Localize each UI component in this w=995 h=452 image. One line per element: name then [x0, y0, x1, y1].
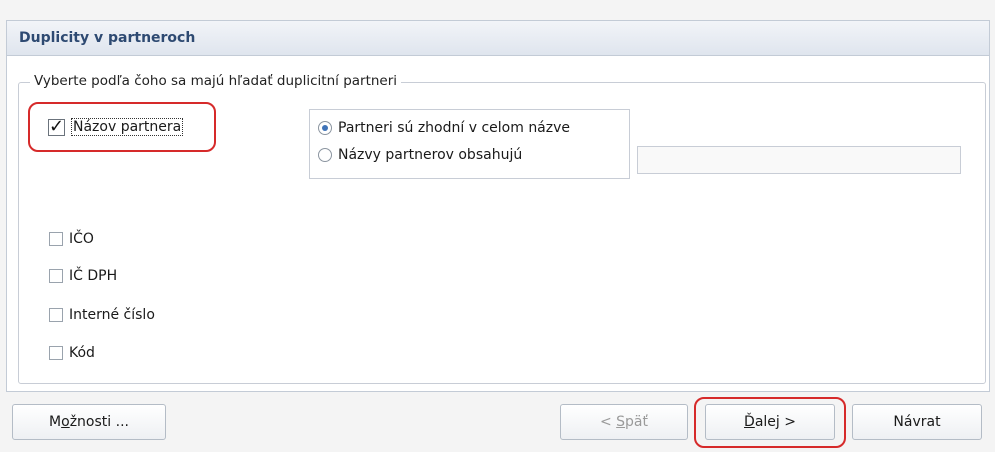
internal-number-checkbox[interactable]: Interné číslo	[49, 307, 155, 323]
next-button-highlight	[694, 397, 846, 448]
checkbox-unchecked-icon	[49, 232, 63, 246]
options-button-accesskey: o	[61, 414, 70, 430]
checkbox-unchecked-icon	[49, 346, 63, 360]
back-button[interactable]: < Späť	[560, 404, 688, 440]
internal-number-checkbox-label: Interné číslo	[69, 307, 155, 323]
icdph-checkbox[interactable]: IČ DPH	[49, 268, 117, 284]
radio-whole-name-label: Partneri sú zhodní v celom názve	[338, 120, 571, 136]
checkbox-unchecked-icon	[49, 269, 63, 283]
ico-checkbox-label: IČO	[69, 231, 94, 247]
name-checkbox-highlight	[28, 102, 216, 152]
back-button-label-end: päť	[625, 414, 649, 430]
criteria-groupbox-legend: Vyberte podľa čoho sa majú hľadať duplic…	[30, 73, 402, 89]
radio-contains-label: Názvy partnerov obsahujú	[338, 147, 523, 163]
icdph-checkbox-label: IČ DPH	[69, 268, 118, 284]
options-button-label-start: M	[49, 414, 62, 430]
back-button-label-start: <	[599, 414, 617, 430]
back-button-accesskey: S	[616, 414, 626, 430]
radio-selected-icon	[318, 121, 332, 135]
code-checkbox[interactable]: Kód	[49, 345, 95, 361]
cancel-button[interactable]: Návrat	[852, 404, 982, 440]
options-button-label-end: žnosti ...	[69, 414, 129, 430]
ico-checkbox[interactable]: IČO	[49, 231, 94, 247]
contains-text-input[interactable]	[637, 146, 961, 174]
radio-contains[interactable]: Názvy partnerov obsahujú	[318, 147, 522, 163]
dialog-titlebar: Duplicity v partneroch	[6, 20, 990, 56]
dialog-title: Duplicity v partneroch	[19, 30, 196, 46]
code-checkbox-label: Kód	[69, 345, 95, 361]
radio-whole-name[interactable]: Partneri sú zhodní v celom názve	[318, 120, 570, 136]
checkbox-unchecked-icon	[49, 308, 63, 322]
radio-unselected-icon	[318, 148, 332, 162]
options-button[interactable]: Mo žnosti ...	[12, 404, 166, 440]
